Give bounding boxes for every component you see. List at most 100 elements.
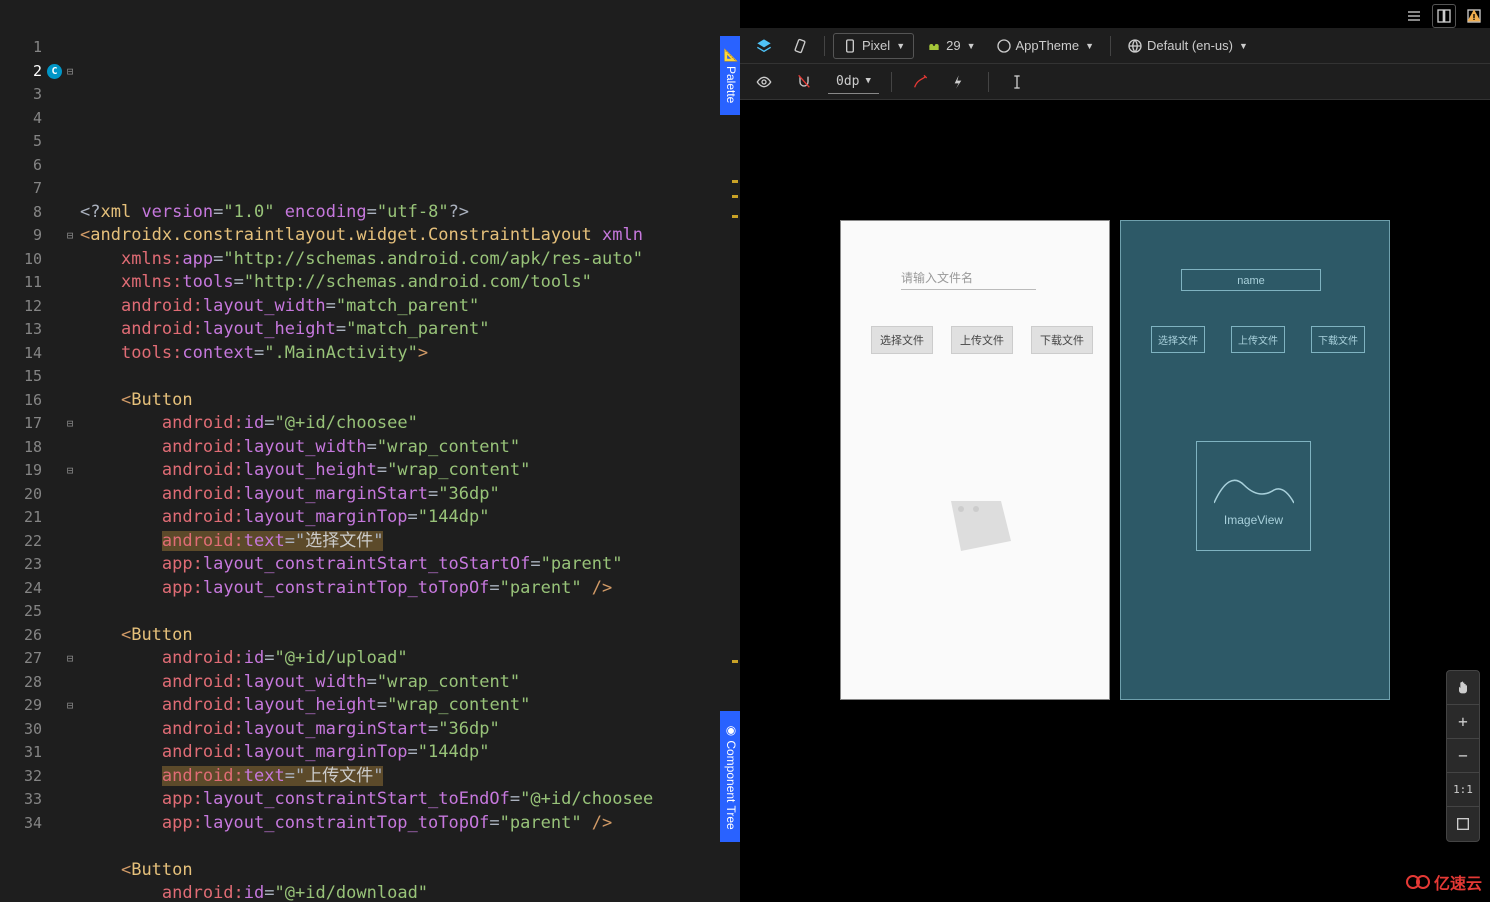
fold-toggle[interactable]: ⊟	[60, 647, 80, 671]
code-line[interactable]: <?xml version="1.0" encoding="utf-8"?>	[80, 201, 740, 225]
fold-toggle[interactable]	[60, 506, 80, 530]
fold-toggle[interactable]	[60, 624, 80, 648]
code-line[interactable]: android:layout_width="match_parent"	[80, 295, 740, 319]
fold-toggle[interactable]	[60, 577, 80, 601]
line-number[interactable]: 12	[0, 295, 60, 319]
fold-toggle[interactable]	[60, 130, 80, 154]
palette-tab[interactable]: 📐 Palette	[720, 36, 740, 115]
device-blueprint-preview[interactable]: name 选择文件 上传文件 下载文件 ImageView	[1120, 220, 1390, 700]
line-number[interactable]: 29	[0, 694, 60, 718]
code-line[interactable]: <androidx.constraintlayout.widget.Constr…	[80, 224, 740, 248]
fold-toggle[interactable]: ⊟	[60, 694, 80, 718]
device-design-preview[interactable]: 请输入文件名 选择文件 上传文件 下载文件	[840, 220, 1110, 700]
code-line[interactable]: android:layout_height="match_parent"	[80, 318, 740, 342]
zoom-fit-button[interactable]: 1:1	[1447, 773, 1479, 807]
fold-toggle[interactable]	[60, 436, 80, 460]
line-number[interactable]: 1	[0, 36, 60, 60]
api-selector[interactable]: 29▼	[918, 34, 983, 58]
fold-toggle[interactable]	[60, 812, 80, 836]
line-number[interactable]: 4	[0, 107, 60, 131]
code-line[interactable]: android:layout_marginStart="36dp"	[80, 483, 740, 507]
line-number[interactable]: 7	[0, 177, 60, 201]
fold-toggle[interactable]	[60, 271, 80, 295]
fold-toggle[interactable]	[60, 600, 80, 624]
line-number[interactable]: 10	[0, 248, 60, 272]
default-margin[interactable]: 0dp▼	[828, 70, 879, 94]
fold-toggle[interactable]	[60, 36, 80, 60]
fold-toggle[interactable]	[60, 788, 80, 812]
line-number[interactable]: 27	[0, 647, 60, 671]
code-line[interactable]: android:layout_height="wrap_content"	[80, 694, 740, 718]
line-number[interactable]: 19	[0, 459, 60, 483]
code-line[interactable]: xmlns:app="http://schemas.android.com/ap…	[80, 248, 740, 272]
code-line[interactable]: android:layout_marginStart="36dp"	[80, 718, 740, 742]
line-number[interactable]: 9	[0, 224, 60, 248]
fold-toggle[interactable]: ⊟	[60, 224, 80, 248]
code-line[interactable]: app:layout_constraintStart_toEndOf="@+id…	[80, 788, 740, 812]
fold-toggle[interactable]	[60, 530, 80, 554]
code-line[interactable]: android:id="@+id/choosee"	[80, 412, 740, 436]
fold-toggle[interactable]	[60, 83, 80, 107]
line-number[interactable]: 20	[0, 483, 60, 507]
infer-constraints-icon[interactable]	[944, 70, 976, 94]
code-line[interactable]: xmlns:tools="http://schemas.android.com/…	[80, 271, 740, 295]
line-number[interactable]: 2C	[0, 60, 60, 84]
line-number[interactable]: 11	[0, 271, 60, 295]
fold-toggle[interactable]	[60, 365, 80, 389]
line-number[interactable]: 3	[0, 83, 60, 107]
code-line[interactable]: app:layout_constraintTop_toTopOf="parent…	[80, 577, 740, 601]
fold-toggle[interactable]	[60, 295, 80, 319]
code-view-icon[interactable]	[1402, 4, 1426, 28]
line-number[interactable]: 25	[0, 600, 60, 624]
fold-toggle[interactable]	[60, 671, 80, 695]
line-number[interactable]: 32	[0, 765, 60, 789]
code-line[interactable]: android:layout_width="wrap_content"	[80, 436, 740, 460]
line-number[interactable]: 8	[0, 201, 60, 225]
line-number[interactable]: 15	[0, 365, 60, 389]
fold-toggle[interactable]: ⊟	[60, 60, 80, 84]
code-line[interactable]: app:layout_constraintStart_toStartOf="pa…	[80, 553, 740, 577]
code-line[interactable]: android:id="@+id/download"	[80, 882, 740, 902]
line-number[interactable]: 28	[0, 671, 60, 695]
line-number[interactable]: 18	[0, 436, 60, 460]
code-line[interactable]	[80, 365, 740, 389]
code-line[interactable]: app:layout_constraintTop_toTopOf="parent…	[80, 812, 740, 836]
line-number[interactable]: 24	[0, 577, 60, 601]
fold-toggle[interactable]	[60, 248, 80, 272]
fold-toggle[interactable]	[60, 107, 80, 131]
code-line[interactable]: android:layout_height="wrap_content"	[80, 459, 740, 483]
fold-toggle[interactable]	[60, 741, 80, 765]
fold-toggle[interactable]	[60, 765, 80, 789]
guidelines-icon[interactable]	[1001, 70, 1033, 94]
orientation-icon[interactable]	[784, 34, 816, 58]
fold-toggle[interactable]	[60, 318, 80, 342]
locale-selector[interactable]: Default (en-us)▼	[1119, 34, 1256, 58]
line-number[interactable]: 14	[0, 342, 60, 366]
line-number[interactable]: 22	[0, 530, 60, 554]
code-line[interactable]: android:id="@+id/upload"	[80, 647, 740, 671]
code-line[interactable]	[80, 600, 740, 624]
line-number[interactable]: 30	[0, 718, 60, 742]
line-number[interactable]: 5	[0, 130, 60, 154]
split-view-icon[interactable]	[1432, 4, 1456, 28]
line-number[interactable]: 31	[0, 741, 60, 765]
code-line[interactable]: android:text="选择文件"	[80, 530, 740, 554]
line-number[interactable]: 33	[0, 788, 60, 812]
warning-icon[interactable]	[1466, 8, 1482, 27]
visibility-icon[interactable]	[748, 70, 780, 94]
fold-toggle[interactable]	[60, 389, 80, 413]
fold-toggle[interactable]: ⊟	[60, 412, 80, 436]
code-line[interactable]: android:layout_marginTop="144dp"	[80, 506, 740, 530]
code-line[interactable]: tools:context=".MainActivity">	[80, 342, 740, 366]
fold-toggle[interactable]	[60, 553, 80, 577]
zoom-out-button[interactable]: −	[1447, 739, 1479, 773]
line-number[interactable]: 6	[0, 154, 60, 178]
code-line[interactable]: android:text="上传文件"	[80, 765, 740, 789]
fold-toggle[interactable]	[60, 201, 80, 225]
code-line[interactable]: android:layout_marginTop="144dp"	[80, 741, 740, 765]
line-number[interactable]: 26	[0, 624, 60, 648]
line-number[interactable]: 23	[0, 553, 60, 577]
line-number[interactable]: 13	[0, 318, 60, 342]
design-canvas[interactable]: 请输入文件名 选择文件 上传文件 下载文件 name 选择文件 上传文件 下载文…	[740, 100, 1490, 902]
code-line[interactable]: <Button	[80, 389, 740, 413]
